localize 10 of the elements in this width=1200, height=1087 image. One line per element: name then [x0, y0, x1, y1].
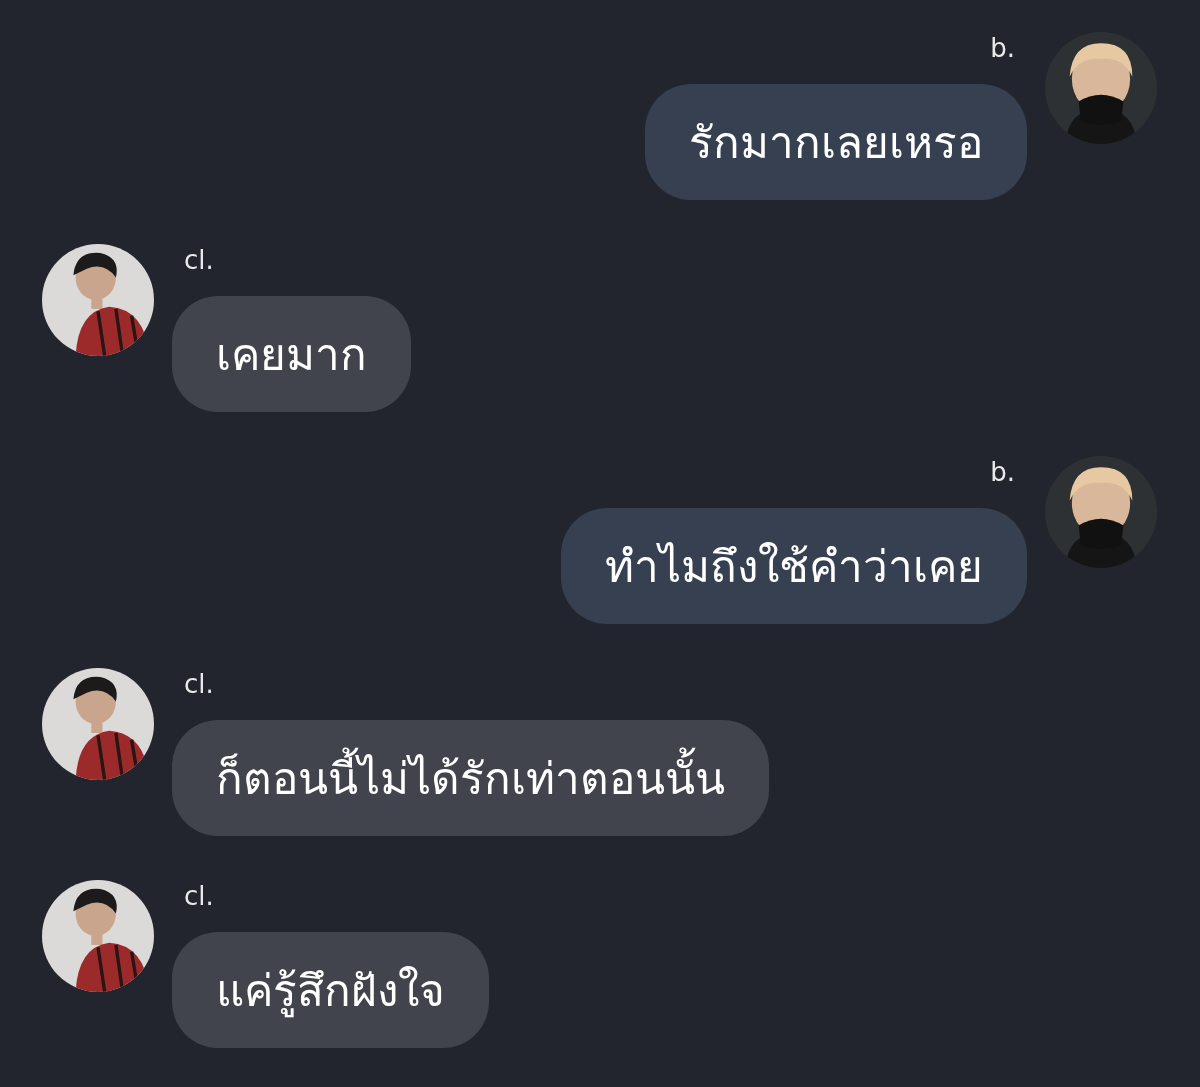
sender-name: cl.	[183, 880, 215, 913]
message-bubble: แค่รู้สึกฝังใจ	[172, 932, 489, 1048]
message-bubble: รักมากเลยเหรอ	[645, 84, 1027, 200]
message-bubble: เคยมาก	[172, 296, 411, 412]
message-bubble: ก็ตอนนี้ไม่ได้รักเท่าตอนนั้น	[172, 720, 769, 836]
sender-name: cl.	[183, 668, 215, 701]
sender-name: cl.	[183, 244, 215, 277]
message-bubble: ทำไมถึงใช้คำว่าเคย	[561, 508, 1027, 624]
sender-name: b.	[989, 456, 1016, 489]
sender-name: b.	[989, 32, 1016, 65]
